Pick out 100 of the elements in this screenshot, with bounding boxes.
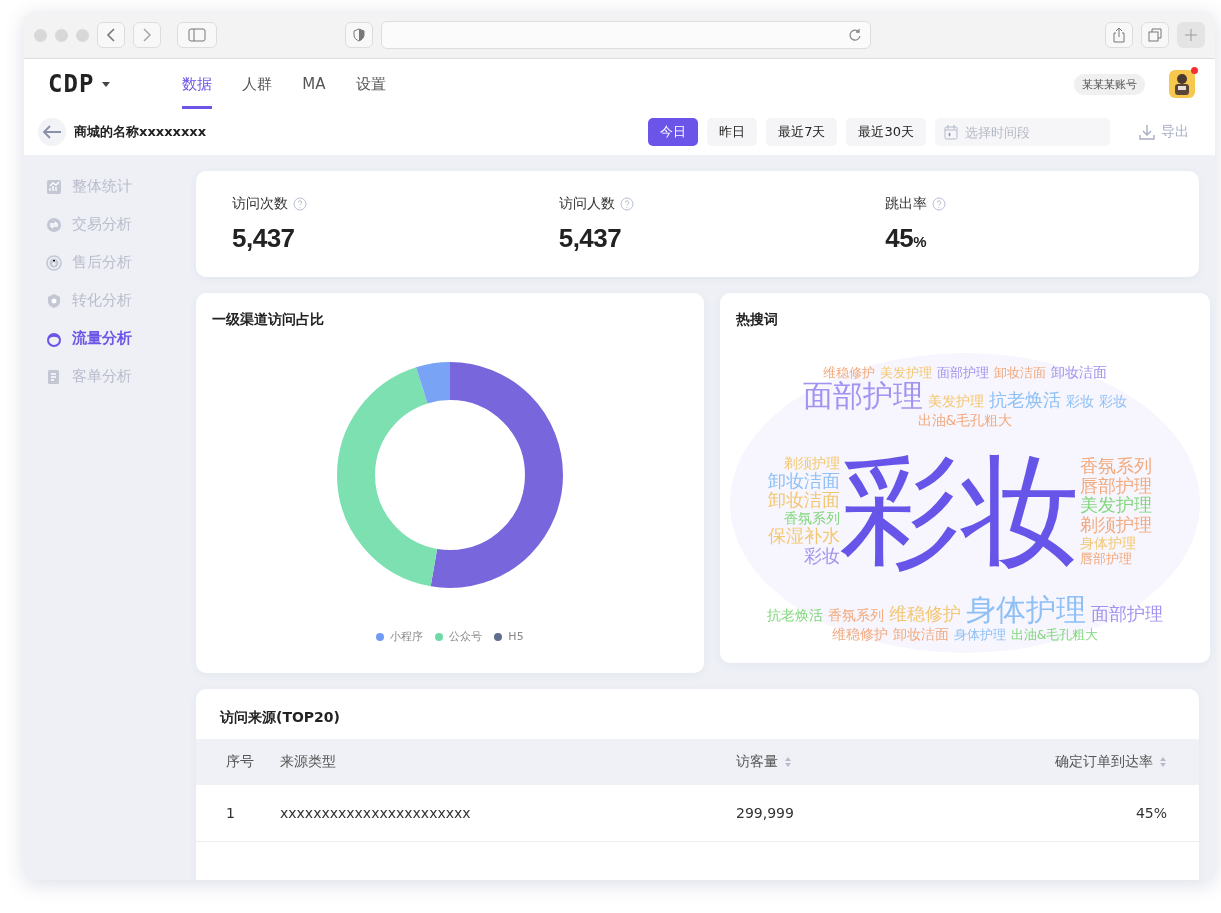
table-cell: 299,999 [736, 805, 794, 821]
cloud-word: 美发护理 [1080, 496, 1152, 516]
sort-icon[interactable] [784, 756, 792, 768]
nav-tab[interactable]: 设置 [355, 59, 386, 109]
card-title: 一级渠道访问占比 [211, 310, 325, 329]
cloud-word: 身体护理 [966, 594, 1086, 626]
avatar[interactable] [1169, 70, 1195, 98]
plus-icon [1184, 28, 1198, 42]
yen-icon [46, 254, 62, 271]
table-cell: xxxxxxxxxxxxxxxxxxxxxxx [280, 805, 471, 821]
shield-icon [353, 28, 365, 42]
reload-icon[interactable] [848, 28, 862, 42]
cloud-word: 美发护理 [880, 365, 932, 379]
cloud-word: 身体护理 [1080, 536, 1136, 551]
cloud-word: 彩妆 [840, 450, 1080, 571]
cloud-word: 维稳修护 [823, 365, 875, 379]
date-range-button[interactable]: 昨日 [707, 118, 758, 146]
cloud-word: 香氛系列 [828, 608, 884, 623]
cloud-word: 香氛系列 [1080, 456, 1152, 476]
cloud-word: 身体护理 [953, 627, 1006, 641]
help-icon[interactable] [932, 196, 947, 211]
legend-label[interactable]: H5 [508, 630, 524, 643]
stat-value: 5,437 [558, 222, 623, 254]
stat-label: 访问人数 [558, 194, 615, 213]
cloud-word: 维稳修护 [889, 605, 961, 625]
share-button[interactable] [1105, 22, 1133, 48]
document-icon [46, 368, 62, 385]
exchange-icon [46, 216, 62, 233]
stat-value: 45% [885, 222, 928, 254]
chart-icon [46, 178, 62, 195]
date-range-button[interactable]: 最近30天 [846, 118, 926, 146]
window-minimize-button[interactable] [55, 28, 68, 42]
sidebar-icon [188, 28, 206, 42]
sidebar-item[interactable]: 流量分析 [46, 329, 196, 348]
tabs-icon [1148, 28, 1162, 42]
chevron-right-icon [142, 28, 152, 42]
cloud-word: 彩妆 [1066, 394, 1094, 410]
drop-icon [46, 330, 62, 347]
cloud-word: 彩妆 [1099, 394, 1127, 410]
share-icon [1112, 27, 1126, 43]
column-header: 确定订单到达率 [1055, 753, 1153, 771]
card-title: 访问来源(TOP20) [218, 708, 341, 727]
cloud-word: 保湿补水 [768, 527, 840, 546]
cloud-word: 唇部护理 [1080, 476, 1152, 496]
cloud-word: 维稳修护 [831, 626, 888, 642]
cloud-word: 剃须护理 [1080, 516, 1152, 536]
cloud-word: 卸妆洁面 [1051, 364, 1107, 380]
cloud-word: 卸妆洁面 [768, 491, 840, 511]
help-icon[interactable] [293, 196, 307, 211]
nav-tab[interactable]: MA [302, 59, 326, 109]
cloud-word: 剃须护理 [784, 455, 840, 471]
back-button[interactable] [97, 22, 125, 48]
back-arrow-button[interactable] [38, 118, 66, 146]
account-name[interactable]: 某某某账号 [1074, 73, 1145, 95]
logo[interactable]: CDP [48, 70, 95, 98]
date-range-field[interactable]: 选择时间段 [935, 118, 1110, 146]
stat-label: 访问次数 [232, 194, 288, 213]
help-icon[interactable] [619, 196, 634, 211]
cloud-word: 抗老焕活 [989, 391, 1061, 411]
stat-label: 跳出率 [885, 194, 928, 213]
sort-icon[interactable] [1159, 756, 1167, 768]
cloud-word: 面部护理 [803, 380, 923, 412]
forward-button[interactable] [133, 22, 161, 48]
download-icon [1139, 124, 1155, 140]
window-close-button[interactable] [34, 28, 47, 42]
window-zoom-button[interactable] [76, 28, 89, 42]
chevron-left-icon [106, 28, 116, 42]
nav-tab[interactable]: 数据 [182, 59, 213, 109]
arrow-left-icon [42, 124, 62, 140]
column-header: 序号 [226, 753, 254, 771]
new-tab-button[interactable] [1177, 22, 1205, 48]
cloud-word: 卸妆洁面 [892, 626, 949, 642]
sidebar-toggle-button[interactable] [177, 22, 217, 48]
shield-icon [46, 292, 62, 309]
cloud-word: 面部护理 [937, 365, 989, 379]
cloud-word: 卸妆洁面 [994, 365, 1046, 379]
cloud-word: 出油&毛孔粗大 [917, 412, 1013, 428]
cloud-word: 抗老焕活 [767, 608, 823, 623]
privacy-button[interactable] [345, 22, 373, 48]
cloud-word: 彩妆 [804, 546, 840, 566]
cloud-word: 出油&毛孔粗大 [1010, 627, 1099, 641]
column-header: 访客量 [736, 753, 778, 771]
cloud-word: 唇部护理 [1080, 551, 1132, 566]
date-range-button[interactable]: 今日 [648, 118, 699, 146]
card-title: 热搜词 [735, 310, 779, 329]
column-header: 来源类型 [280, 753, 336, 771]
nav-tab[interactable]: 人群 [242, 59, 273, 109]
caret-icon[interactable] [102, 81, 111, 87]
cloud-word: 香氛系列 [784, 511, 840, 527]
tabs-button[interactable] [1141, 22, 1169, 48]
stat-value: 5,437 [232, 222, 296, 254]
page-title: 商城的名称xxxxxxxx [74, 123, 207, 141]
cloud-word: 卸妆洁面 [768, 471, 840, 491]
legend-label[interactable]: 小程序 [390, 629, 424, 644]
legend-label[interactable]: 公众号 [449, 629, 483, 644]
cloud-word: 美发护理 [928, 394, 984, 410]
cloud-word: 面部护理 [1091, 605, 1163, 625]
date-range-button[interactable]: 最近7天 [766, 118, 838, 146]
calendar-icon [944, 125, 958, 140]
table-cell: 45% [1135, 805, 1167, 821]
